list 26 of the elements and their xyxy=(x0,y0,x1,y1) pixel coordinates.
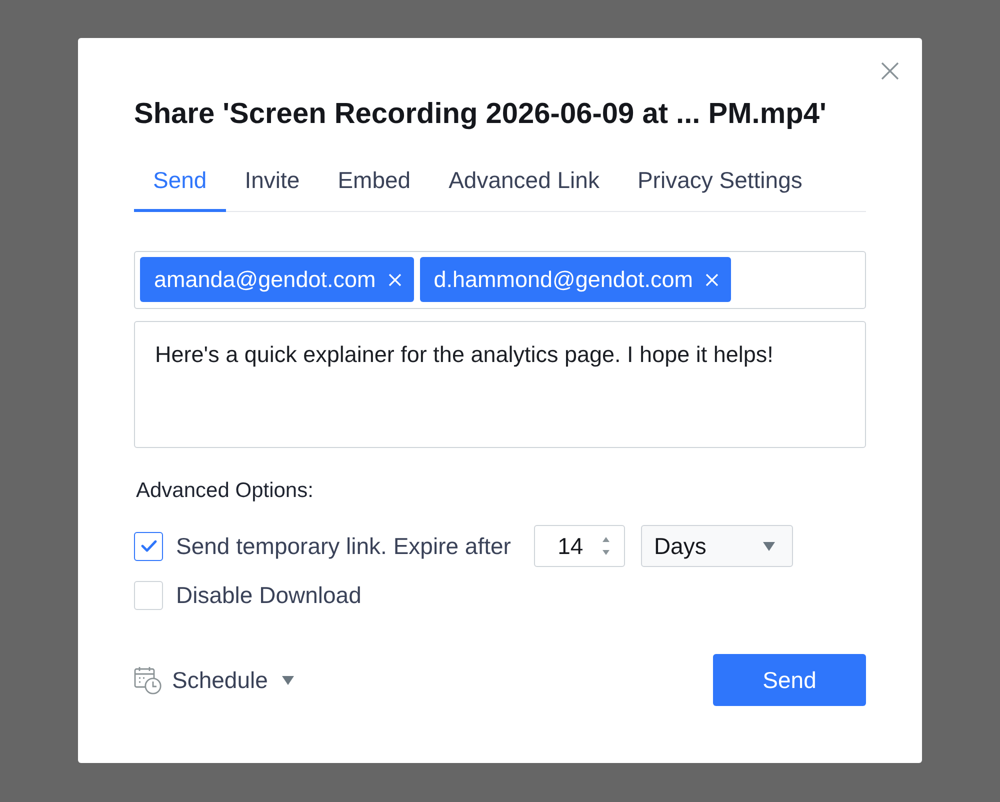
calendar-clock-icon xyxy=(134,666,162,694)
tab[interactable]: Invite xyxy=(226,158,319,212)
schedule-button[interactable]: Schedule xyxy=(134,666,294,694)
message-field[interactable]: Here's a quick explainer for the analytics page. I hope it helps! xyxy=(134,321,866,448)
recipient-tag[interactable]: d.hammond@gendot.com xyxy=(420,257,731,302)
remove-icon[interactable] xyxy=(388,272,402,286)
recipient-tag[interactable]: amanda@gendot.com xyxy=(140,257,414,302)
send-button[interactable]: Send xyxy=(713,654,866,706)
tab[interactable]: Privacy Settings xyxy=(618,158,822,212)
tab[interactable]: Send xyxy=(134,158,226,212)
section-heading: Advanced Options: xyxy=(135,478,314,504)
checkmark-icon xyxy=(140,540,156,552)
tab[interactable]: Embed xyxy=(318,158,430,212)
dialog-title: Share 'Screen Recording 2026-06-09 at ... PM.mp4' xyxy=(134,98,826,130)
recipients-field[interactable]: amanda@gendot.com d.hammond@gendot.com xyxy=(134,251,866,309)
number-field[interactable]: 14 xyxy=(534,525,625,567)
checkbox-label: Send temporary link. Expire after xyxy=(176,532,511,560)
close-icon[interactable] xyxy=(881,62,899,80)
checkbox-label: Disable Download xyxy=(176,581,362,609)
checkbox[interactable] xyxy=(134,532,163,560)
tab[interactable]: Advanced Link xyxy=(430,158,618,212)
caret-icon xyxy=(282,676,294,684)
unit-dropdown[interactable]: Days xyxy=(640,525,793,567)
caret-icon xyxy=(762,542,775,550)
stepper-icon[interactable] xyxy=(602,536,610,556)
remove-icon[interactable] xyxy=(704,272,719,286)
